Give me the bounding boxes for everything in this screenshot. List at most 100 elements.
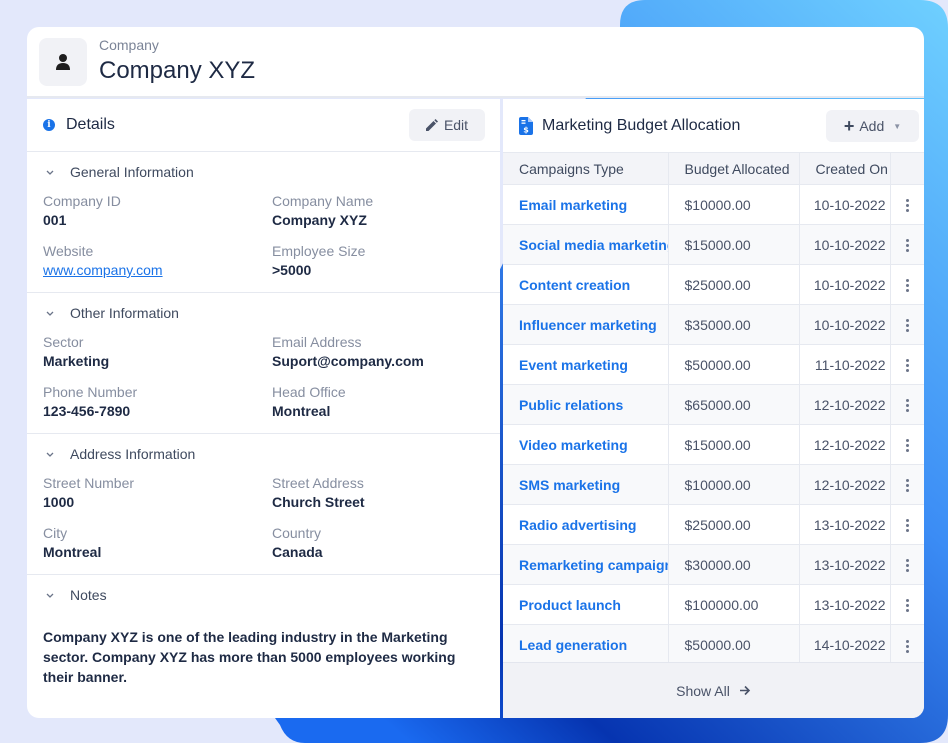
created-on-cell: 13-10-2022 bbox=[799, 504, 891, 545]
section-notes: Notes Company XYZ is one of the leading … bbox=[27, 575, 500, 687]
field-value: 001 bbox=[43, 212, 67, 228]
field-label: Email Address bbox=[272, 334, 362, 350]
campaign-link[interactable]: Event marketing bbox=[503, 344, 669, 385]
campaign-link[interactable]: Email marketing bbox=[503, 184, 669, 225]
row-menu-button[interactable] bbox=[890, 224, 924, 265]
row-menu-button[interactable] bbox=[890, 464, 924, 505]
field-company-id: Company ID 001 bbox=[43, 192, 272, 230]
created-on-cell: 12-10-2022 bbox=[799, 384, 891, 425]
field-website: Website www.company.com bbox=[43, 242, 272, 280]
user-icon bbox=[56, 53, 70, 70]
campaign-link[interactable]: Influencer marketing bbox=[503, 304, 669, 345]
notes-text: Company XYZ is one of the leading indust… bbox=[43, 629, 456, 685]
row-menu-button[interactable] bbox=[890, 344, 924, 385]
budget-cell: $15000.00 bbox=[668, 424, 800, 465]
field-label: Head Office bbox=[272, 384, 346, 400]
show-all-button[interactable]: Show All bbox=[503, 662, 924, 718]
more-vertical-icon bbox=[905, 239, 909, 253]
table-row: Remarketing campaign $30000.00 13-10-2022 bbox=[503, 544, 924, 585]
page-subtitle: Company bbox=[99, 37, 159, 53]
created-on-cell: 10-10-2022 bbox=[799, 224, 891, 265]
table-row: Radio advertising $25000.00 13-10-2022 bbox=[503, 504, 924, 545]
campaign-link[interactable]: Lead generation bbox=[503, 624, 669, 665]
row-menu-button[interactable] bbox=[890, 184, 924, 225]
row-menu-button[interactable] bbox=[890, 544, 924, 585]
created-on-cell: 13-10-2022 bbox=[799, 544, 891, 585]
created-on-cell: 12-10-2022 bbox=[799, 424, 891, 465]
more-vertical-icon bbox=[905, 319, 909, 333]
created-on-cell: 10-10-2022 bbox=[799, 304, 891, 345]
section-title: Notes bbox=[70, 587, 107, 603]
field-value: >5000 bbox=[272, 262, 312, 278]
table-row: Content creation $25000.00 10-10-2022 bbox=[503, 264, 924, 305]
field-head-office: Head Office Montreal bbox=[272, 383, 472, 421]
table-row: Influencer marketing $35000.00 10-10-2022 bbox=[503, 304, 924, 345]
edit-button[interactable]: Edit bbox=[409, 109, 485, 141]
field-company-name: Company Name Company XYZ bbox=[272, 192, 472, 230]
add-dropdown-button[interactable]: + Add ▼ bbox=[826, 110, 919, 142]
campaign-link[interactable]: Video marketing bbox=[503, 424, 669, 465]
info-icon: i bbox=[43, 119, 55, 131]
field-street-address: Street Address Church Street bbox=[272, 474, 472, 512]
table-row: Event marketing $50000.00 11-10-2022 bbox=[503, 344, 924, 385]
row-menu-button[interactable] bbox=[890, 424, 924, 465]
created-on-cell: 10-10-2022 bbox=[799, 184, 891, 225]
field-street-number: Street Number 1000 bbox=[43, 474, 272, 512]
more-vertical-icon bbox=[905, 519, 909, 533]
budget-cell: $30000.00 bbox=[668, 544, 800, 585]
column-header-actions bbox=[890, 152, 924, 185]
campaign-link[interactable]: Remarketing campaign bbox=[503, 544, 669, 585]
field-email-address: Email Address Suport@company.com bbox=[272, 333, 472, 371]
budget-cell: $10000.00 bbox=[668, 464, 800, 505]
created-on-cell: 11-10-2022 bbox=[799, 344, 891, 385]
row-menu-button[interactable] bbox=[890, 304, 924, 345]
add-button-label: Add bbox=[859, 118, 885, 134]
campaign-link[interactable]: Social media marketing bbox=[503, 224, 669, 265]
column-header-created-on[interactable]: Created On bbox=[799, 152, 891, 185]
table-row: Video marketing $15000.00 12-10-2022 bbox=[503, 424, 924, 465]
section-other-information: Other Information Sector Marketing Email… bbox=[27, 293, 500, 434]
field-value: Church Street bbox=[272, 494, 365, 510]
website-link[interactable]: www.company.com bbox=[43, 262, 163, 278]
campaign-link[interactable]: Radio advertising bbox=[503, 504, 669, 545]
section-toggle[interactable]: Notes bbox=[43, 575, 484, 615]
more-vertical-icon bbox=[905, 359, 909, 373]
field-value: Suport@company.com bbox=[272, 353, 424, 369]
details-header: i Details Edit bbox=[27, 99, 500, 152]
campaign-link[interactable]: SMS marketing bbox=[503, 464, 669, 505]
more-vertical-icon bbox=[905, 559, 909, 573]
field-value: Marketing bbox=[43, 353, 110, 369]
row-menu-button[interactable] bbox=[890, 264, 924, 305]
field-label: Company ID bbox=[43, 193, 121, 209]
section-toggle[interactable]: Address Information bbox=[43, 434, 484, 474]
row-menu-button[interactable] bbox=[890, 384, 924, 425]
created-on-cell: 12-10-2022 bbox=[799, 464, 891, 505]
chevron-down-icon bbox=[46, 311, 56, 316]
more-vertical-icon bbox=[905, 199, 909, 213]
details-panel: i Details Edit General Information Compa… bbox=[27, 99, 500, 718]
invoice-dollar-icon: $ bbox=[519, 116, 533, 135]
arrow-right-icon bbox=[739, 683, 751, 699]
campaign-link[interactable]: Product launch bbox=[503, 584, 669, 625]
section-title: Other Information bbox=[70, 305, 179, 321]
section-toggle[interactable]: Other Information bbox=[43, 293, 484, 333]
campaign-link[interactable]: Public relations bbox=[503, 384, 669, 425]
row-menu-button[interactable] bbox=[890, 584, 924, 625]
chevron-down-icon bbox=[46, 452, 56, 457]
field-label: Sector bbox=[43, 334, 84, 350]
column-header-campaigns-type[interactable]: Campaigns Type bbox=[503, 152, 669, 185]
budget-panel: $ Marketing Budget Allocation + Add ▼ Ca… bbox=[503, 99, 924, 718]
field-country: Country Canada bbox=[272, 524, 472, 562]
column-header-budget-allocated[interactable]: Budget Allocated bbox=[668, 152, 800, 185]
row-menu-button[interactable] bbox=[890, 624, 924, 665]
section-title: General Information bbox=[70, 164, 194, 180]
table-header-row: Campaigns Type Budget Allocated Created … bbox=[503, 152, 924, 185]
svg-text:$: $ bbox=[523, 125, 529, 134]
section-toggle[interactable]: General Information bbox=[43, 152, 484, 192]
table-row: Lead generation $50000.00 14-10-2022 bbox=[503, 624, 924, 665]
field-label: Employee Size bbox=[272, 243, 366, 259]
field-label: City bbox=[43, 525, 68, 541]
more-vertical-icon bbox=[905, 479, 909, 493]
campaign-link[interactable]: Content creation bbox=[503, 264, 669, 305]
row-menu-button[interactable] bbox=[890, 504, 924, 545]
